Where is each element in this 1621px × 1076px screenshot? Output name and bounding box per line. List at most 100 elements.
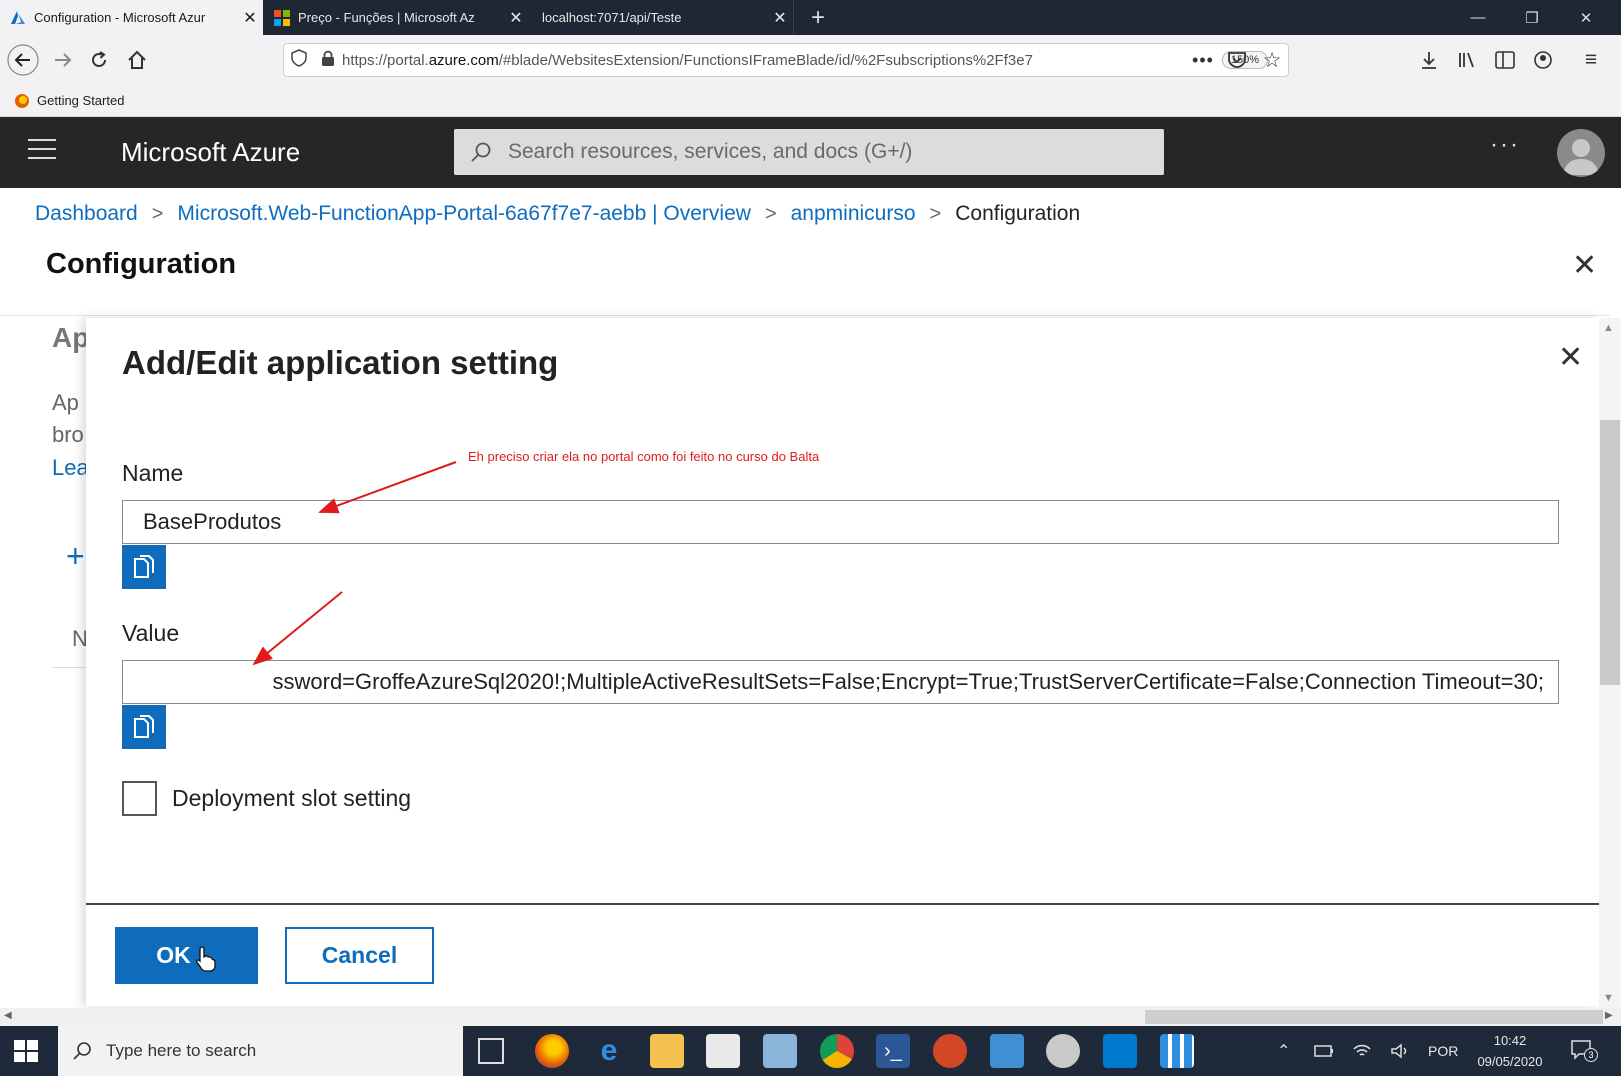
value-label: Value xyxy=(122,620,180,646)
background-learn-more-link[interactable]: Lea xyxy=(52,455,89,481)
vertical-scroll-thumb[interactable] xyxy=(1600,420,1620,685)
forward-icon[interactable] xyxy=(46,35,80,85)
close-tab-icon[interactable]: ✕ xyxy=(503,8,529,28)
breadcrumb-dashboard[interactable]: Dashboard xyxy=(35,202,138,226)
tab-localhost[interactable]: localhost:7071/api/Teste ✕ xyxy=(530,0,794,35)
breadcrumb-separator: > xyxy=(929,202,942,225)
value-text: ssword=GroffeAzureSql2020!;MultipleActiv… xyxy=(272,669,1545,694)
language-indicator[interactable]: POR xyxy=(1428,1026,1458,1076)
ok-button[interactable]: OK xyxy=(115,927,258,984)
menu-icon[interactable]: ≡ xyxy=(1574,35,1608,85)
account-icon[interactable] xyxy=(1526,35,1560,85)
show-hidden-icons[interactable]: ⌃ xyxy=(1277,1026,1290,1076)
pocket-icon[interactable] xyxy=(1220,35,1254,85)
scroll-down-icon[interactable]: ▼ xyxy=(1603,992,1614,1004)
edge-taskbar-icon[interactable]: e xyxy=(592,1034,626,1068)
copy-name-button[interactable] xyxy=(122,545,166,589)
scroll-left-icon[interactable]: ◀ xyxy=(4,1010,12,1021)
windows-taskbar: Type here to search e ›_ ⌃ POR 10:42 09/… xyxy=(0,1026,1621,1076)
bookmark-star-icon[interactable]: ☆ xyxy=(1255,35,1289,85)
breadcrumb-anpminicurso[interactable]: anpminicurso xyxy=(791,202,916,226)
deployment-slot-checkbox[interactable] xyxy=(122,781,157,816)
cancel-label: Cancel xyxy=(321,942,398,968)
search-icon xyxy=(471,142,491,162)
bookmarks-toolbar: Getting Started xyxy=(0,85,1621,117)
dialog-close-icon[interactable]: ✕ xyxy=(1558,340,1583,375)
address-bar[interactable]: https://portal.azure.com/#blade/Websites… xyxy=(283,43,1289,77)
volume-icon[interactable] xyxy=(1390,1026,1410,1076)
browser-tab-strip: Configuration - Microsoft Azur ✕ Preço -… xyxy=(0,0,1621,35)
background-add-icon[interactable]: + xyxy=(66,538,85,575)
name-input[interactable]: BaseProdutos xyxy=(122,500,1559,544)
breadcrumb: Dashboard > Microsoft.Web-FunctionApp-Po… xyxy=(35,198,1080,230)
portal-menu-icon[interactable] xyxy=(28,139,56,163)
search-icon xyxy=(73,1042,91,1060)
battery-icon[interactable] xyxy=(1314,1026,1334,1076)
task-view-icon[interactable] xyxy=(478,1038,504,1064)
new-tab-button[interactable]: + xyxy=(802,0,834,35)
breadcrumb-current: Configuration xyxy=(955,202,1081,225)
copy-value-button[interactable] xyxy=(122,705,166,749)
scroll-up-icon[interactable]: ▲ xyxy=(1603,322,1614,334)
global-search-input[interactable]: Search resources, services, and docs (G+… xyxy=(454,129,1164,175)
breadcrumb-separator: > xyxy=(764,202,777,225)
window-close-icon[interactable]: ✕ xyxy=(1563,0,1609,35)
scroll-right-icon[interactable]: ▶ xyxy=(1605,1010,1613,1021)
dialog-title: Add/Edit application setting xyxy=(122,344,559,381)
cancel-button[interactable]: Cancel xyxy=(285,927,434,984)
breadcrumb-separator: > xyxy=(151,202,164,225)
horizontal-scroll-thumb[interactable] xyxy=(1145,1010,1603,1024)
minimize-icon[interactable]: — xyxy=(1455,0,1501,35)
close-tab-icon[interactable]: ✕ xyxy=(237,8,263,28)
taskbar-search-input[interactable]: Type here to search xyxy=(58,1026,463,1076)
powershell-icon[interactable]: ›_ xyxy=(876,1034,910,1068)
azure-data-studio-icon[interactable] xyxy=(990,1034,1024,1068)
paint-icon[interactable] xyxy=(1046,1034,1080,1068)
page-actions-icon[interactable]: ••• xyxy=(1186,35,1220,85)
copy-icon xyxy=(134,715,154,738)
back-icon[interactable] xyxy=(6,35,40,85)
notepad-icon[interactable] xyxy=(763,1034,797,1068)
powerpoint-icon[interactable] xyxy=(933,1034,967,1068)
file-explorer-icon[interactable] xyxy=(650,1034,684,1068)
blade-close-icon[interactable]: ✕ xyxy=(1572,248,1597,283)
home-icon[interactable] xyxy=(120,35,154,85)
tab-configuration[interactable]: Configuration - Microsoft Azur ✕ xyxy=(0,0,263,35)
blade-title: Configuration xyxy=(46,248,237,280)
clock[interactable]: 10:42 09/05/2020 xyxy=(1470,1030,1550,1072)
blade-divider xyxy=(0,315,1610,316)
breadcrumb-function-app-overview[interactable]: Microsoft.Web-FunctionApp-Portal-6a67f7e… xyxy=(177,202,751,226)
download-icon[interactable] xyxy=(1412,35,1446,85)
tab-preco-funcoes[interactable]: Preço - Funções | Microsoft Az ✕ xyxy=(264,0,529,35)
add-edit-setting-dialog: Add/Edit application setting ✕ Name Base… xyxy=(86,318,1599,1006)
close-tab-icon[interactable]: ✕ xyxy=(767,8,793,28)
restore-icon[interactable]: ❐ xyxy=(1509,0,1555,35)
store-icon[interactable] xyxy=(706,1034,740,1068)
azure-brand[interactable]: Microsoft Azure xyxy=(121,137,300,168)
remote-desktop-icon[interactable] xyxy=(1160,1034,1194,1068)
firefox-taskbar-icon[interactable] xyxy=(535,1034,569,1068)
dialog-footer-divider xyxy=(86,903,1599,905)
start-icon[interactable] xyxy=(14,1040,38,1062)
bookmark-getting-started[interactable]: Getting Started xyxy=(14,93,124,109)
library-icon[interactable] xyxy=(1450,35,1484,85)
notification-count-badge: 3 xyxy=(1584,1048,1598,1062)
notifications-icon[interactable]: 3 xyxy=(1570,1038,1598,1062)
lock-icon[interactable] xyxy=(314,50,342,71)
name-value: BaseProdutos xyxy=(143,509,282,534)
reload-icon[interactable] xyxy=(82,35,116,85)
wifi-icon[interactable] xyxy=(1352,1026,1372,1076)
firefox-icon xyxy=(15,93,29,108)
navigation-toolbar: https://portal.azure.com/#blade/Websites… xyxy=(0,35,1621,85)
url-text[interactable]: https://portal.azure.com/#blade/Websites… xyxy=(342,52,1222,69)
sidebar-icon[interactable] xyxy=(1488,35,1522,85)
chrome-icon[interactable] xyxy=(820,1034,854,1068)
vscode-icon[interactable] xyxy=(1103,1034,1137,1068)
microsoft-icon xyxy=(274,9,290,26)
user-avatar[interactable] xyxy=(1557,129,1605,177)
copy-icon xyxy=(134,555,154,578)
more-options-icon[interactable]: ··· xyxy=(1490,131,1520,159)
tab-title: Configuration - Microsoft Azur xyxy=(34,10,206,25)
shield-icon[interactable] xyxy=(284,49,314,71)
value-input[interactable]: ssword=GroffeAzureSql2020!;MultipleActiv… xyxy=(122,660,1559,704)
